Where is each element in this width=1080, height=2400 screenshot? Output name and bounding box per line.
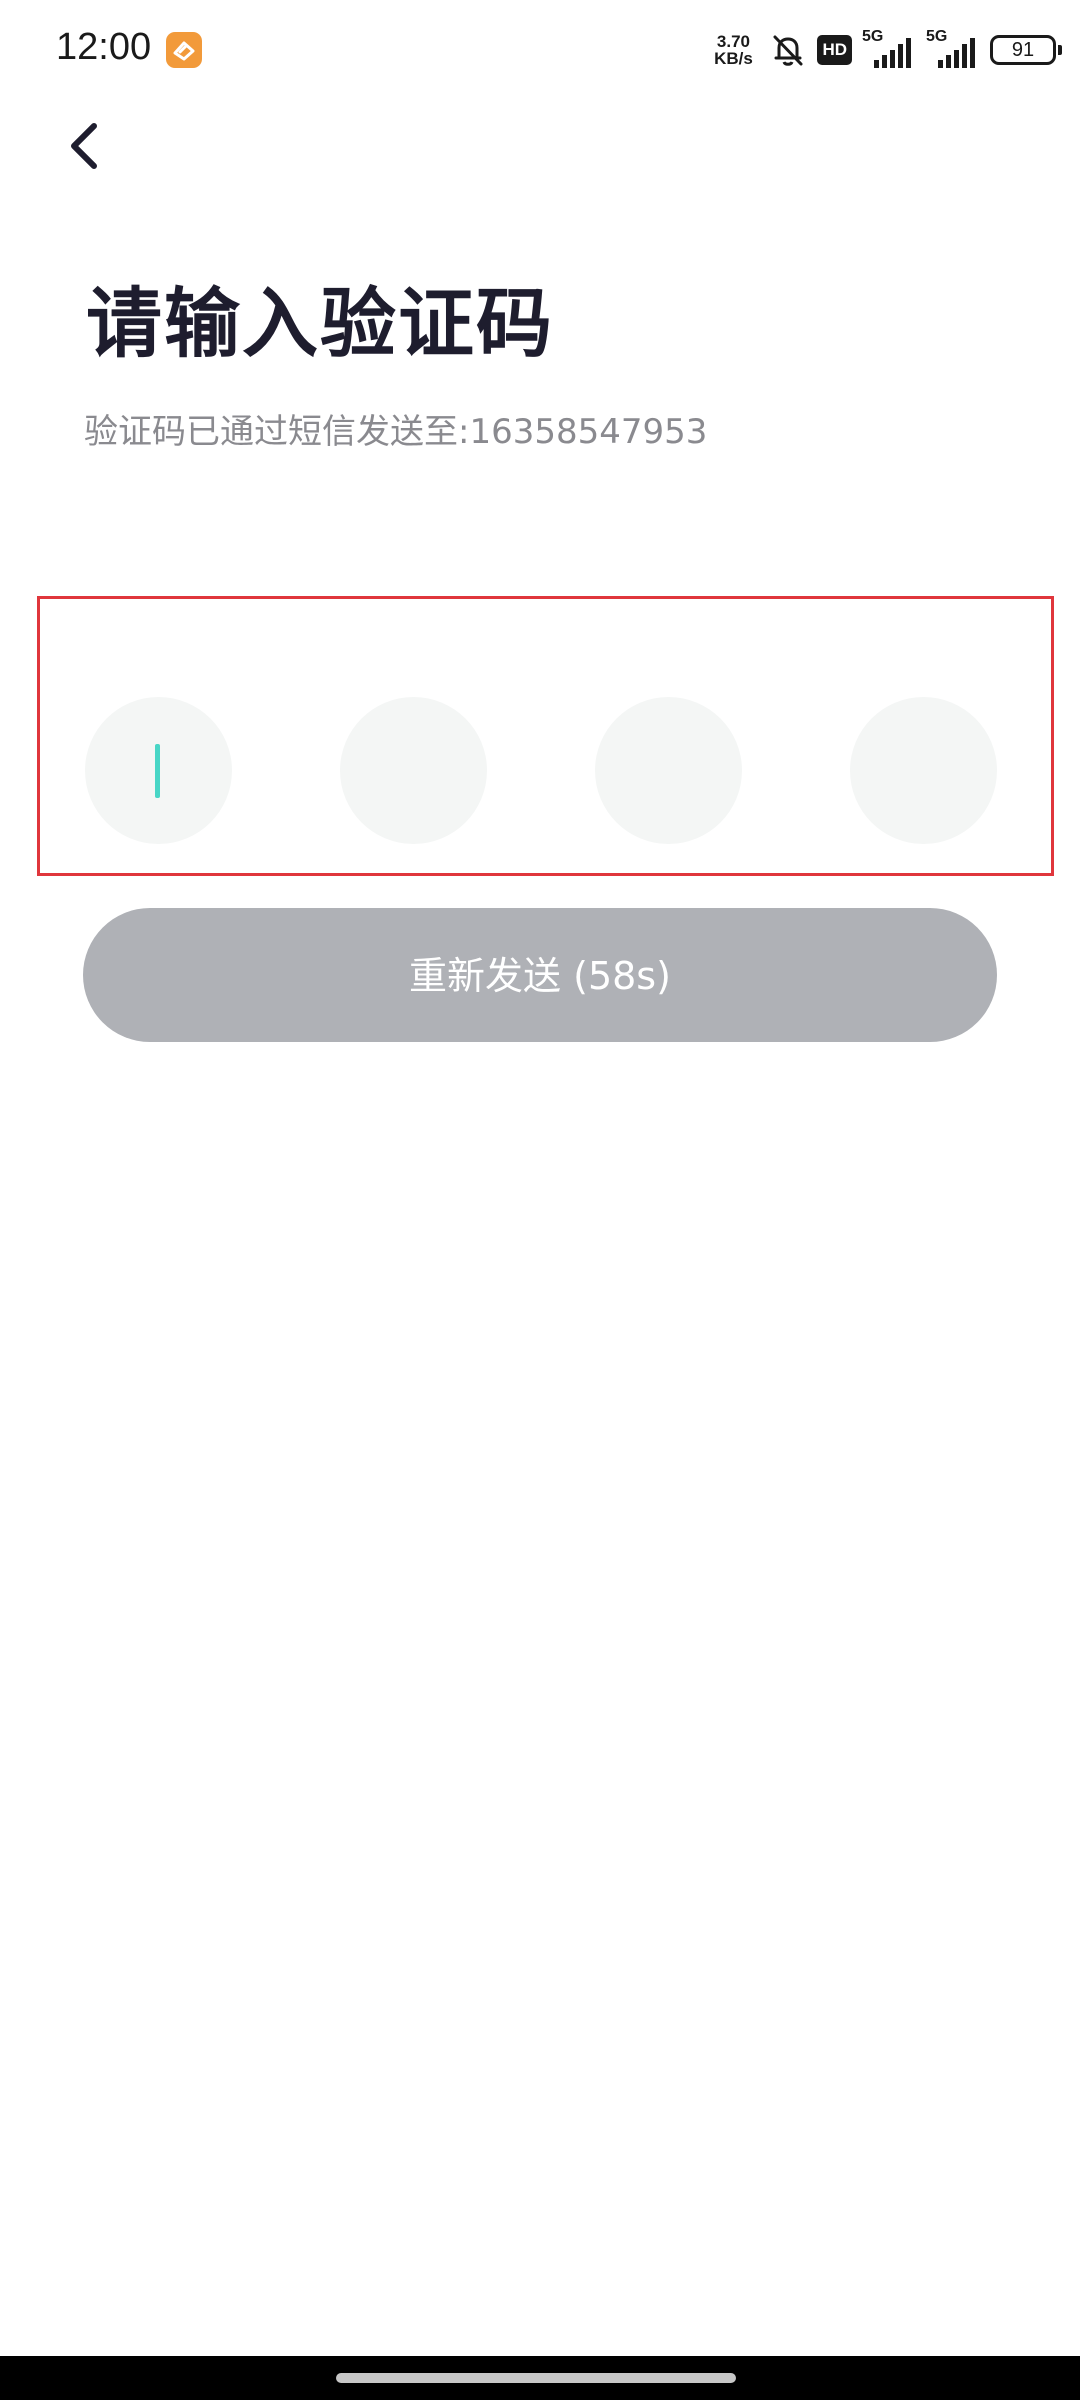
network-speed: 3.70 KB/s xyxy=(707,33,759,67)
hd-voice-badge: HD xyxy=(817,35,852,65)
chevron-left-icon xyxy=(71,123,97,169)
signal-1-icon: 5G xyxy=(862,28,916,70)
back-button[interactable] xyxy=(56,112,116,180)
code-digit-4[interactable] xyxy=(850,697,997,844)
code-digit-2[interactable] xyxy=(340,697,487,844)
bell-off-icon xyxy=(773,35,803,66)
app-notification-icon xyxy=(166,32,202,68)
navigation-bar xyxy=(0,2356,1080,2400)
sms-sent-hint: 验证码已通过短信发送至:16358547953 xyxy=(84,412,708,452)
battery-indicator: 91 xyxy=(990,35,1062,65)
signal-2-icon: 5G xyxy=(926,28,980,70)
resend-code-button[interactable]: 重新发送 (58s) xyxy=(83,908,997,1042)
page-title: 请输入验证码 xyxy=(86,279,554,368)
network-speed-unit: KB/s xyxy=(714,49,753,68)
code-digit-3[interactable] xyxy=(595,697,742,844)
verification-code-input[interactable] xyxy=(37,596,1054,876)
status-time: 12:00 xyxy=(56,26,152,68)
code-digit-1[interactable] xyxy=(85,697,232,844)
status-bar: 12:00 3.70 KB/s HD 5G 5G 91 xyxy=(0,0,1080,100)
status-icons: 3.70 KB/s HD 5G 5G 91 xyxy=(707,28,1062,72)
network-speed-value: 3.70 xyxy=(716,32,750,51)
home-indicator[interactable] xyxy=(336,2373,736,2383)
text-cursor xyxy=(155,744,160,798)
